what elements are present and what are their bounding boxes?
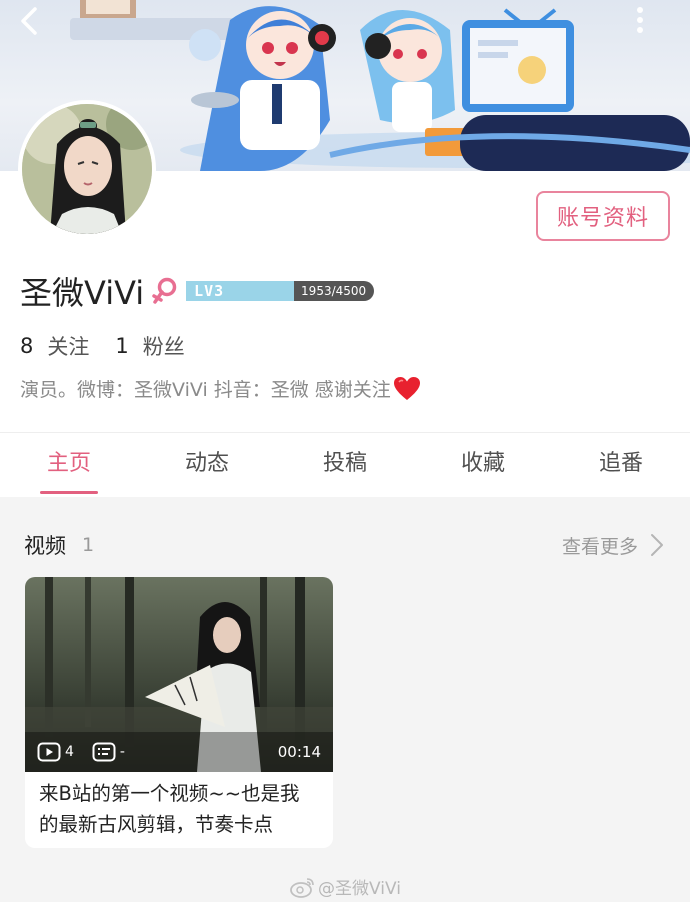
red-heart-icon <box>393 376 420 400</box>
bio: 演员。微博：圣微ViVi 抖音：圣微 感谢关注 <box>20 375 421 402</box>
account-info-button[interactable]: 账号资料 <box>536 191 670 241</box>
more-vertical-icon <box>637 7 643 33</box>
level-badge: LV3 <box>186 281 233 301</box>
tab-bangumi[interactable]: 追番 <box>552 433 690 497</box>
following-label[interactable]: 关注 <box>47 331 89 361</box>
more-button[interactable] <box>636 6 672 42</box>
username: 圣微ViVi <box>20 274 145 312</box>
exp-progress-bar: 1953/4500 <box>232 281 375 301</box>
weibo-logo-icon <box>290 877 314 898</box>
watermark-text: @圣微ViVi <box>318 879 401 899</box>
name-row: 圣微ViVi LV3 1953/4500 <box>20 269 375 313</box>
videos-section-header: 视频 1 查看更多 <box>24 528 666 562</box>
video-duration: 00:14 <box>277 743 321 761</box>
danmaku-icon <box>92 742 116 762</box>
videos-section-count: 1 <box>82 534 95 556</box>
bio-text: 演员。微博：圣微ViVi 抖音：圣微 感谢关注 <box>20 379 391 401</box>
exp-text: 1953/4500 <box>301 284 367 298</box>
avatar[interactable] <box>18 100 156 238</box>
followers-count[interactable]: 1 <box>115 334 128 358</box>
avatar-image <box>22 104 152 234</box>
video-title: 来B站的第一个视频~~也是我的最新古风剪辑，节奏卡点 <box>39 782 300 836</box>
danmaku-count: - <box>92 742 125 762</box>
female-icon <box>152 277 177 304</box>
exp-progress-fill <box>232 281 294 301</box>
followers-label[interactable]: 粉丝 <box>143 331 185 361</box>
follow-stats: 8 关注 1 粉丝 <box>20 331 211 361</box>
back-button[interactable] <box>18 6 54 42</box>
video-meta: 4 - 00:14 <box>25 732 333 772</box>
following-count[interactable]: 8 <box>20 334 33 358</box>
see-more-link[interactable]: 查看更多 <box>562 532 666 559</box>
tab-submissions[interactable]: 投稿 <box>276 433 414 497</box>
weibo-watermark: @圣微ViVi <box>290 874 401 899</box>
chevron-right-icon <box>651 534 663 556</box>
video-card[interactable]: 4 - 00:14 来B站的第一个视频~~也是我的最新古风剪辑，节奏卡点 <box>25 577 333 848</box>
chevron-left-icon <box>21 7 37 35</box>
danmaku-count-value: - <box>119 744 125 760</box>
profile-tabs: 主页 动态 投稿 收藏 追番 <box>0 432 690 497</box>
videos-section-title: 视频 <box>24 534 66 558</box>
video-thumbnail: 4 - 00:14 <box>25 577 333 772</box>
see-more-label: 查看更多 <box>561 535 638 558</box>
play-count: 4 <box>37 742 74 762</box>
play-count-icon <box>37 742 61 762</box>
play-count-value: 4 <box>65 744 74 760</box>
tab-home[interactable]: 主页 <box>0 433 138 497</box>
tab-dynamics[interactable]: 动态 <box>138 433 276 497</box>
tab-favorites[interactable]: 收藏 <box>414 433 552 497</box>
